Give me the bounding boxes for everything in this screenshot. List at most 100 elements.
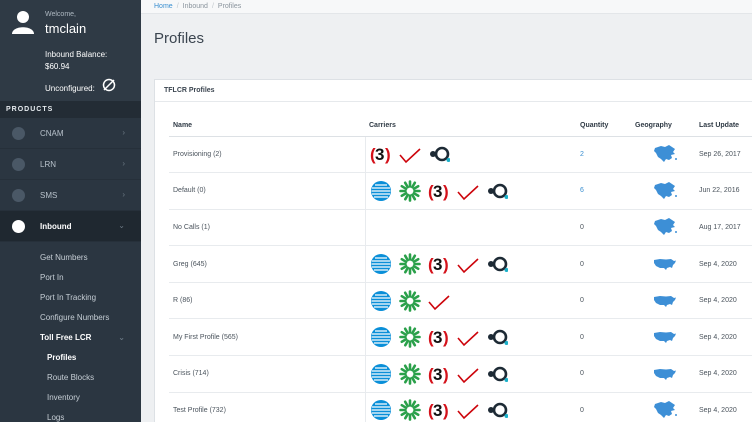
submenu-configure-numbers[interactable]: Configure Numbers (0, 308, 141, 328)
usa-map-icon (654, 295, 676, 307)
verizon-check-logo-icon (427, 295, 450, 310)
table-row[interactable]: Crisis (714) (3) 0 Sep 4, 2020 (169, 355, 752, 393)
profile-name[interactable]: R (86) (169, 282, 365, 320)
att-logo-icon (370, 254, 391, 275)
carriers-cell (364, 209, 576, 247)
table-row[interactable]: My First Profile (565) (3) 0 Sep 4, 2020 (169, 318, 752, 357)
carriers-cell: (3) (364, 318, 576, 357)
quantity-cell: 0 (576, 245, 631, 283)
submenu-route-blocks[interactable]: Route Blocks (0, 368, 141, 388)
carrier-logos (370, 283, 577, 319)
sidebar-item-cnam[interactable]: CNAM › (0, 118, 141, 149)
table-row[interactable]: Greg (645) (3) 0 Sep 4, 2020 (169, 245, 752, 283)
svg-text:): ) (443, 182, 449, 201)
sidebar-item-sms[interactable]: SMS › (0, 180, 141, 211)
page-title: Profiles (154, 30, 205, 47)
iq-logo-icon (487, 183, 508, 199)
unconfigured-status-icon[interactable] (102, 78, 116, 92)
iq-logo-icon (487, 256, 508, 273)
sidebar-item-label: Inbound (40, 222, 72, 231)
balance-label: Inbound Balance: (45, 50, 108, 59)
level3-logo-icon: (3) (428, 255, 449, 274)
table-row[interactable]: No Calls (1) 0 Aug 17, 2017 (169, 209, 752, 247)
column-header-carriers: Carriers (365, 116, 576, 137)
iq-logo-icon (487, 329, 508, 346)
geography-map (635, 217, 695, 237)
submenu-profiles[interactable]: Profiles (0, 348, 141, 368)
user-avatar-icon (12, 11, 34, 34)
balance-value: $60.94 (45, 62, 70, 71)
geography-map (635, 400, 695, 420)
geography-cell (631, 318, 695, 357)
quantity-link[interactable]: 2 (580, 151, 584, 158)
submenu-inventory[interactable]: Inventory (0, 388, 141, 408)
table-row[interactable]: R (86) 0 Sep 4, 2020 (169, 282, 752, 320)
panel-title: TFLCR Profiles (155, 80, 752, 102)
breadcrumb-separator: / (176, 3, 179, 10)
svg-text:3: 3 (433, 401, 442, 420)
inbound-icon (12, 220, 25, 233)
geography-map (635, 144, 695, 164)
table-row[interactable]: Default (0) (3) 6 Jun 22, 2016 (169, 172, 752, 210)
carrier-ring-logo-icon (398, 253, 421, 275)
carrier-logos: (3) (370, 137, 577, 173)
profile-name[interactable]: My First Profile (565) (169, 318, 365, 357)
level3-logo-icon: (3) (370, 145, 391, 164)
verizon-check-logo-icon (456, 368, 479, 384)
sidebar-item-label: CNAM (40, 129, 64, 138)
submenu-logs[interactable]: Logs (0, 408, 141, 422)
carriers-cell: (3) (364, 245, 576, 283)
submenu-port-in[interactable]: Port In (0, 268, 141, 288)
last-update: Jun 22, 2016 (695, 172, 752, 210)
breadcrumb-inbound[interactable]: Inbound (183, 3, 208, 10)
table-row[interactable]: Provisioning (2) (3) 2 Sep 26, 2017 (169, 136, 752, 174)
profile-name[interactable]: Crisis (714) (169, 355, 365, 393)
submenu-port-in-tracking[interactable]: Port In Tracking (0, 288, 141, 308)
submenu-get-numbers[interactable]: Get Numbers (0, 248, 141, 268)
sidebar-item-lrn[interactable]: LRN › (0, 149, 141, 180)
profile-name[interactable]: Greg (645) (169, 245, 365, 283)
geography-map (635, 364, 695, 384)
submenu-toll-free-lcr[interactable]: Toll Free LCR ⌄ (0, 328, 141, 348)
att-logo-icon (370, 180, 391, 201)
geography-map (635, 181, 695, 201)
table-row[interactable]: Test Profile (732) (3) 0 Sep 4, 2020 (169, 392, 752, 422)
lrn-icon (12, 158, 25, 171)
sidebar-item-inbound[interactable]: Inbound ⌄ (0, 211, 141, 242)
column-header-quantity[interactable]: Quantity (576, 116, 631, 137)
chevron-right-icon: › (122, 128, 125, 137)
quantity-cell: 2 (576, 136, 631, 174)
profile-name[interactable]: Provisioning (2) (169, 136, 365, 174)
last-update: Sep 4, 2020 (695, 318, 752, 357)
column-header-last-update[interactable]: Last Update (695, 116, 752, 137)
quantity-cell: 0 (576, 282, 631, 320)
usa-map-icon (654, 368, 676, 380)
quantity-link[interactable]: 6 (580, 187, 584, 194)
carrier-logos: (3) (370, 393, 577, 422)
geography-cell (631, 355, 695, 393)
column-header-name[interactable]: Name (169, 116, 365, 137)
sidebar-item-label: SMS (40, 191, 58, 200)
page-header: Profiles (141, 14, 752, 64)
profile-name[interactable]: No Calls (1) (169, 209, 365, 247)
carriers-cell: (3) (364, 355, 576, 393)
breadcrumb-home[interactable]: Home (154, 3, 173, 10)
svg-text:): ) (385, 145, 391, 164)
chevron-down-icon: ⌄ (118, 221, 125, 230)
svg-text:3: 3 (433, 328, 442, 347)
cnam-icon (12, 127, 25, 140)
unconfigured-label: Unconfigured: (45, 84, 95, 93)
carrier-ring-logo-icon (398, 399, 421, 422)
verizon-check-logo-icon (398, 148, 421, 164)
north-america-map-icon (654, 401, 677, 419)
profile-name[interactable]: Default (0) (169, 172, 365, 210)
profile-name[interactable]: Test Profile (732) (169, 392, 365, 422)
iq-logo-icon (487, 403, 508, 419)
geography-map (635, 327, 695, 347)
geography-cell (631, 392, 695, 422)
carriers-cell: (3) (364, 136, 577, 174)
carrier-ring-logo-icon (398, 326, 421, 349)
north-america-map-icon (654, 218, 677, 236)
chevron-right-icon: › (122, 159, 125, 168)
carriers-cell (364, 282, 577, 320)
